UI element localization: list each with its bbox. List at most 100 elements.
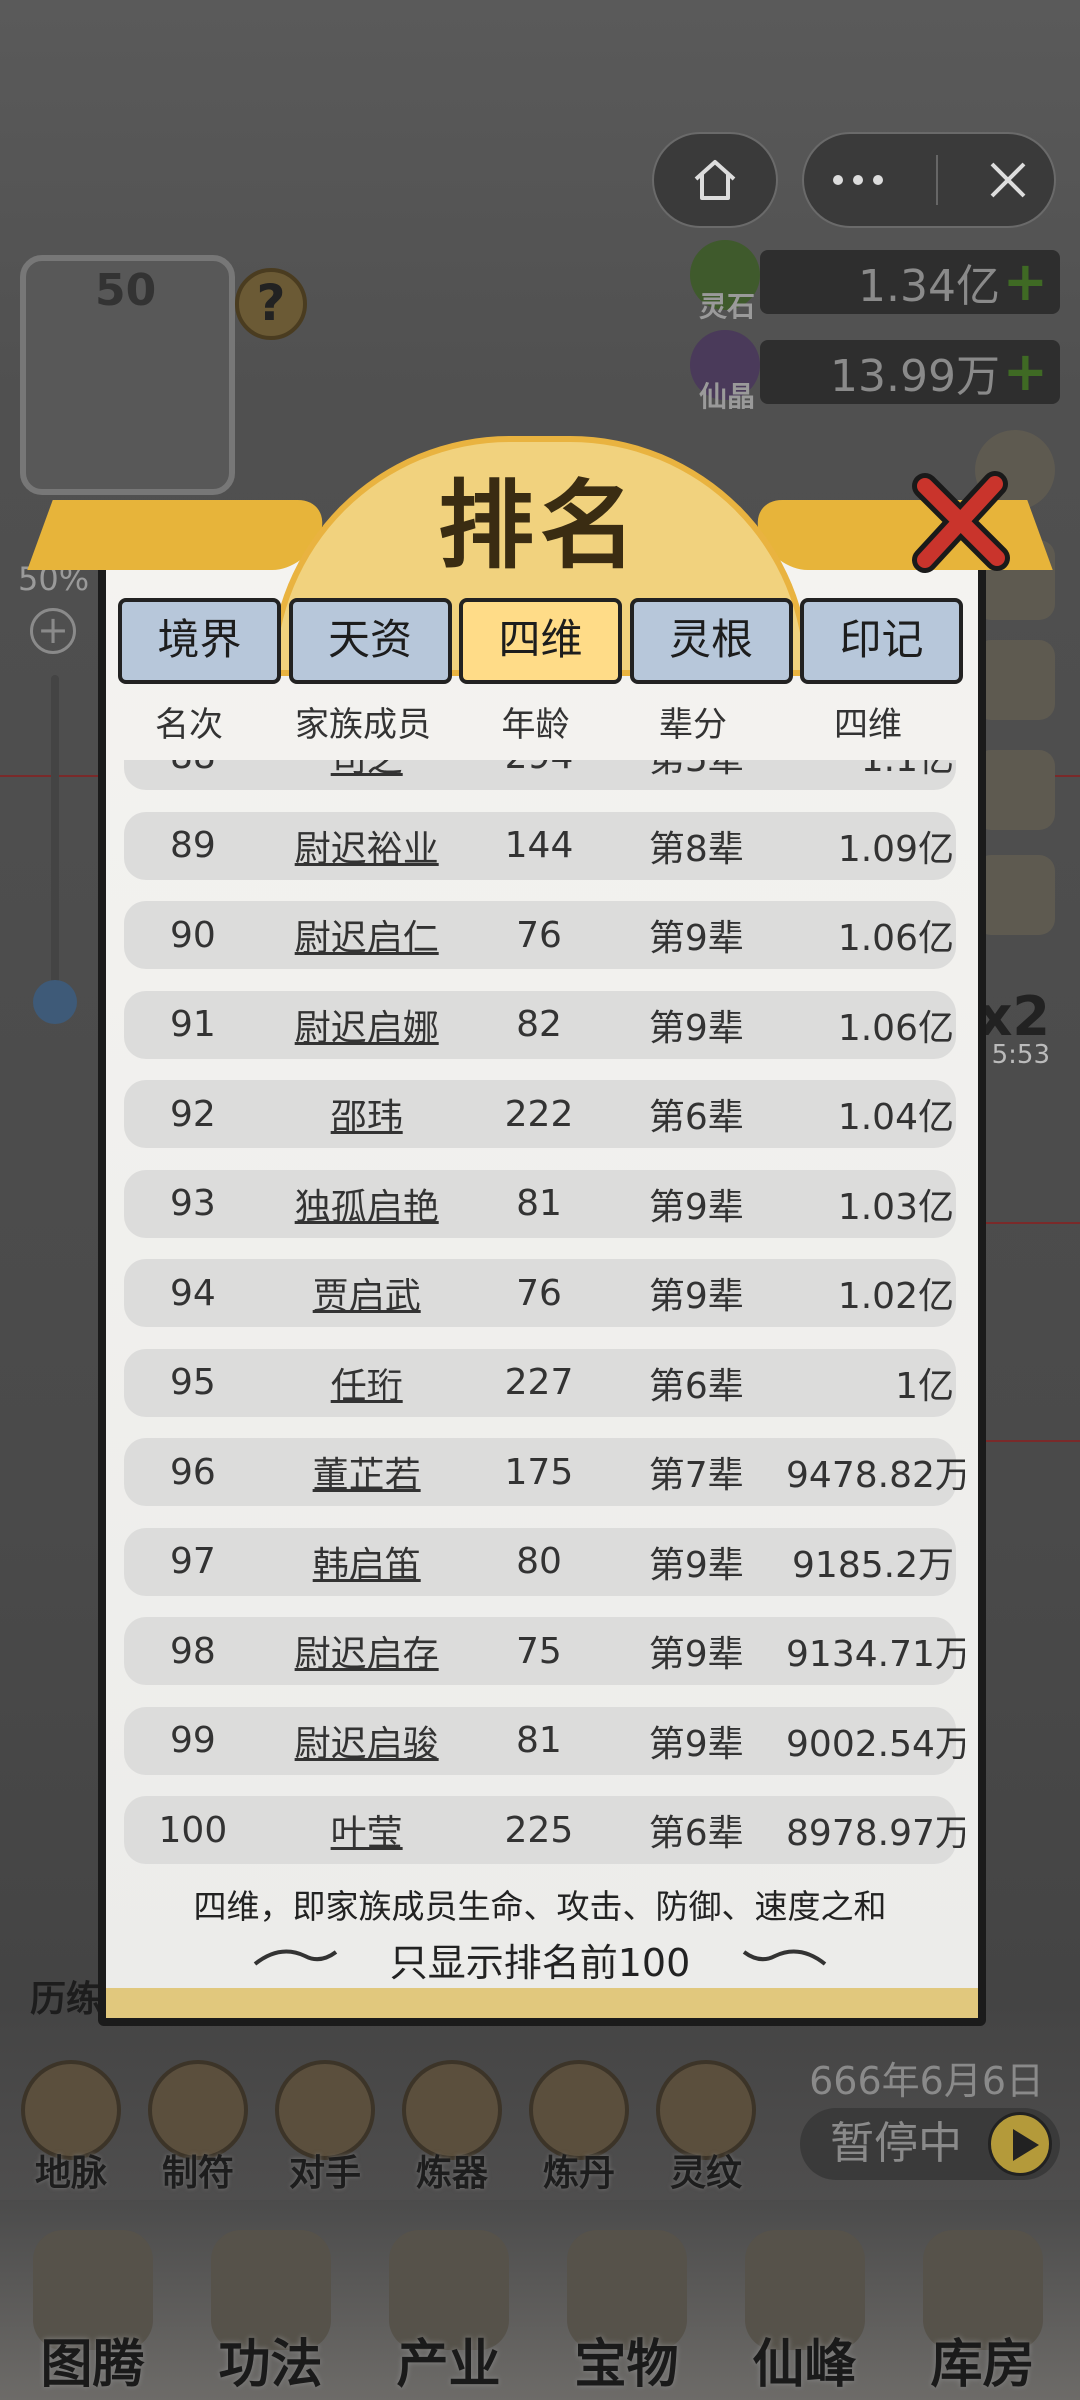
tab-realm[interactable]: 境界 bbox=[118, 598, 281, 684]
rank-cell: 90 bbox=[170, 914, 216, 956]
teapot-icon[interactable] bbox=[975, 640, 1055, 720]
member-name-link[interactable]: 尉迟启娜 bbox=[262, 999, 472, 1051]
four-stats-cell: 1.06亿 bbox=[837, 918, 954, 959]
rank-cell: 95 bbox=[170, 1362, 216, 1403]
table-row: 96 董芷若 175 第7辈 9478.82万 bbox=[124, 1438, 965, 1506]
map-line bbox=[980, 1222, 1080, 1224]
resource-value: 13.99万 bbox=[830, 351, 1000, 402]
age-cell: 76 bbox=[516, 1272, 562, 1314]
nav-totem[interactable]: 图腾 bbox=[10, 2230, 175, 2397]
speed-multiplier[interactable]: x2 bbox=[978, 985, 1050, 1048]
spirit-stone-counter: 1.34亿 + bbox=[760, 250, 1060, 314]
age-cell: 227 bbox=[504, 1362, 574, 1403]
member-name-link[interactable]: 尉迟启骏 bbox=[262, 1715, 472, 1767]
history-label[interactable]: 历练 bbox=[30, 1970, 102, 2022]
member-name-link[interactable]: 叶莹 bbox=[262, 1804, 472, 1856]
rank-cell: 94 bbox=[170, 1272, 216, 1314]
nav-industry[interactable]: 产业 bbox=[366, 2230, 531, 2397]
close-panel-button[interactable] bbox=[905, 468, 1015, 578]
table-row: 92 邵玮 222 第6辈 1.04亿 bbox=[124, 1080, 956, 1148]
resource-label: 仙晶 bbox=[698, 380, 755, 413]
member-name-link[interactable]: 任珩 bbox=[262, 1357, 472, 1409]
action-label: 灵纹 bbox=[669, 2153, 742, 2194]
generation-cell: 第9辈 bbox=[648, 1544, 744, 1586]
limit-note: 只显示排名前100 bbox=[389, 1941, 691, 1985]
nav-treasure[interactable]: 宝物 bbox=[544, 2230, 709, 2397]
member-name-link[interactable]: 独孤启艳 bbox=[262, 1178, 472, 1230]
member-name-link[interactable]: 韩启笛 bbox=[262, 1536, 472, 1588]
generation-cell: 第9辈 bbox=[648, 1186, 744, 1228]
spirit-pattern-button[interactable]: 灵纹 bbox=[651, 2060, 761, 2196]
pause-button[interactable]: 暂停中 bbox=[800, 2108, 1060, 2180]
tab-mark[interactable]: 印记 bbox=[800, 598, 963, 684]
table-row: 97 韩启笛 80 第9辈 9185.2万 bbox=[124, 1527, 956, 1596]
action-label: 对手 bbox=[288, 2153, 361, 2194]
add-spirit-stone-button[interactable]: + bbox=[1003, 255, 1048, 309]
nav-label: 宝物 bbox=[574, 2335, 679, 2395]
age-cell: 76 bbox=[516, 914, 562, 956]
member-name-link[interactable]: 贾启武 bbox=[262, 1267, 472, 1319]
generation-cell: 第6辈 bbox=[648, 1097, 744, 1138]
opponent-button[interactable]: 对手 bbox=[270, 2060, 380, 2196]
age-cell: 81 bbox=[516, 1183, 562, 1224]
nav-peak[interactable]: 仙峰 bbox=[722, 2230, 887, 2397]
zoom-slider-handle[interactable] bbox=[33, 980, 77, 1024]
nav-label: 功法 bbox=[218, 2335, 323, 2395]
generation-cell: 第7辈 bbox=[648, 1455, 744, 1496]
nav-skills[interactable]: 功法 bbox=[188, 2230, 353, 2397]
alchemy-button[interactable]: 炼丹 bbox=[524, 2060, 634, 2196]
close-icon[interactable] bbox=[986, 158, 1030, 202]
member-name-link[interactable]: 司之 bbox=[262, 760, 472, 782]
home-button[interactable] bbox=[652, 132, 778, 228]
table-row: 91 尉迟启娜 82 第9辈 1.06亿 bbox=[124, 990, 956, 1059]
member-name-link[interactable]: 邵玮 bbox=[262, 1088, 472, 1140]
generation-cell: 第6辈 bbox=[648, 1813, 744, 1854]
member-name-link[interactable]: 尉迟裕业 bbox=[262, 820, 472, 872]
resource-value: 1.34亿 bbox=[858, 261, 1000, 312]
artifact-forge-button[interactable]: 炼器 bbox=[397, 2060, 507, 2196]
rank-cell: 98 bbox=[169, 1630, 216, 1672]
table-row: 98 尉迟启存 75 第9辈 9134.71万 bbox=[124, 1617, 965, 1685]
bag-icon[interactable] bbox=[975, 855, 1055, 935]
earth-vein-button[interactable]: 地脉 bbox=[16, 2060, 126, 2196]
table-row: 88司之294第5辈1.1亿 bbox=[124, 760, 956, 790]
talisman-button[interactable]: 制符 bbox=[143, 2060, 253, 2196]
book-icon[interactable] bbox=[975, 750, 1055, 830]
speed-timer: 5:53 bbox=[991, 1040, 1050, 1070]
rank-cell: 99 bbox=[169, 1720, 216, 1761]
age-cell: 225 bbox=[504, 1809, 574, 1851]
table-row: 93 独孤启艳 81 第9辈 1.03亿 bbox=[124, 1169, 956, 1238]
add-immortal-crystal-button[interactable]: + bbox=[1003, 345, 1048, 399]
generation-cell: 第9辈 bbox=[648, 1276, 744, 1317]
tab-spirit-root[interactable]: 灵根 bbox=[629, 598, 793, 684]
age-cell: 222 bbox=[504, 1093, 574, 1135]
table-header: 名次 家族成员 年龄 辈分 四维 bbox=[120, 697, 965, 753]
column-header: 名次 bbox=[155, 705, 223, 745]
age-cell: 294 bbox=[472, 760, 607, 777]
age-cell: 81 bbox=[515, 1720, 562, 1761]
column-header: 辈分 bbox=[659, 705, 727, 745]
generation-cell: 第9辈 bbox=[648, 1634, 744, 1675]
pause-label: 暂停中 bbox=[830, 2118, 962, 2169]
tab-four-stats[interactable]: 四维 bbox=[459, 598, 622, 684]
member-name-link[interactable]: 尉迟启存 bbox=[262, 1625, 472, 1677]
nav-label: 图腾 bbox=[40, 2335, 145, 2395]
tab-talent[interactable]: 天资 bbox=[288, 598, 452, 684]
four-stats-cell: 9478.82万 bbox=[786, 1455, 965, 1496]
age-cell: 82 bbox=[516, 1004, 562, 1045]
four-stats-cell: 8978.97万 bbox=[786, 1813, 965, 1854]
panel-border bbox=[106, 1988, 978, 2018]
help-button[interactable]: ? bbox=[235, 268, 307, 340]
ranking-list[interactable]: 88司之294第5辈1.1亿 89 尉迟裕业 144 第8辈 1.09亿 90 尉迟启仁 76 第… bbox=[120, 760, 965, 1870]
avatar-level: 50 bbox=[95, 265, 157, 316]
game-date: 666年6月6日 bbox=[809, 2059, 1044, 2103]
more-dots-icon[interactable] bbox=[828, 170, 888, 190]
four-stats-cell: 9002.54万 bbox=[786, 1723, 965, 1765]
zoom-slider[interactable] bbox=[51, 675, 59, 1005]
resource-label: 灵石 bbox=[698, 290, 755, 323]
nav-warehouse[interactable]: 库房 bbox=[900, 2230, 1065, 2397]
member-name-link[interactable]: 尉迟启仁 bbox=[262, 909, 472, 961]
member-name-link[interactable]: 董芷若 bbox=[262, 1446, 472, 1498]
immortal-crystal-counter: 13.99万 + bbox=[760, 340, 1060, 404]
zoom-in-button[interactable]: + bbox=[30, 608, 76, 654]
